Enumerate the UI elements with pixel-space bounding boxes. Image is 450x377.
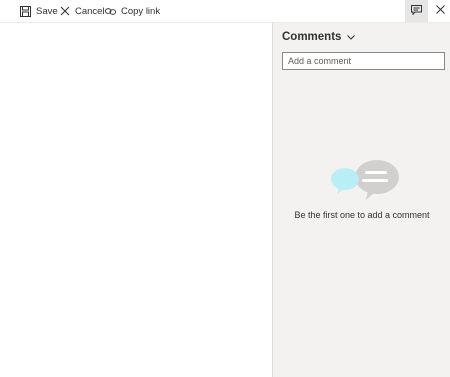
command-bar: Save Cancel Copy link (0, 0, 450, 22)
page-canvas (0, 23, 272, 377)
close-button[interactable] (430, 0, 450, 22)
add-comment-input[interactable] (282, 52, 445, 70)
comments-panel: Comments Be the first one to add a comme… (272, 23, 450, 377)
close-icon (435, 5, 445, 17)
copy-link-label: Copy link (121, 5, 161, 17)
link-icon (105, 6, 116, 17)
comments-toggle-button[interactable] (405, 0, 428, 22)
save-icon (20, 5, 31, 17)
chevron-down-icon (346, 33, 355, 42)
comments-header[interactable]: Comments (282, 31, 355, 43)
comments-title: Comments (282, 31, 342, 43)
comment-icon (411, 4, 422, 18)
close-icon (59, 6, 70, 17)
copy-link-button[interactable]: Copy link (101, 0, 164, 22)
empty-state-message: Be the first one to add a comment (294, 210, 430, 220)
chat-bubbles-illustration (330, 159, 400, 203)
